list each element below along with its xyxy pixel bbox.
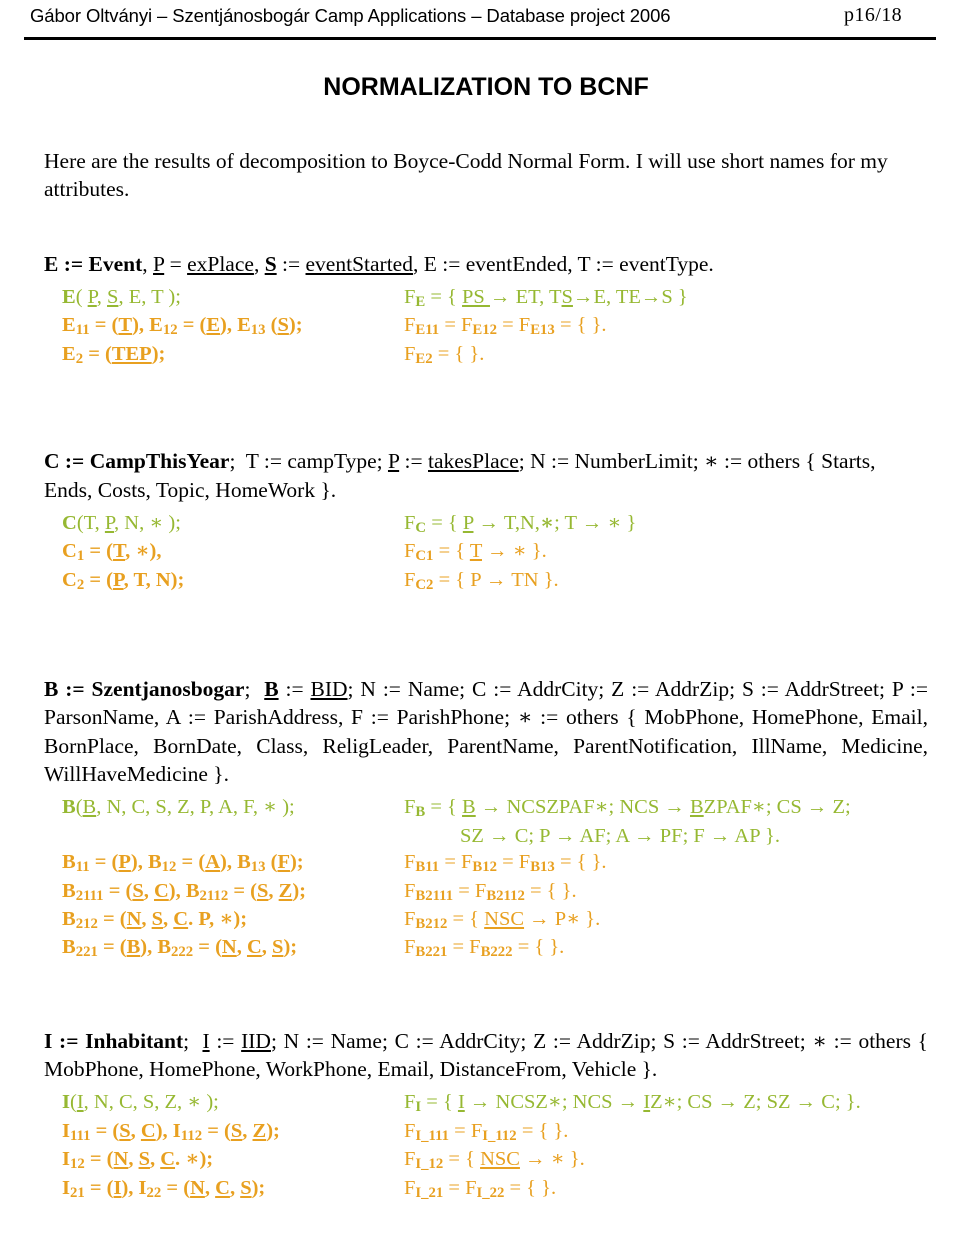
page-running-header: Gábor Oltványi – Szentjánosbogár Camp Ap…: [0, 0, 960, 40]
decomposition-row: I111 = (S, C), I112 = (S, Z); FI_111 = F…: [62, 1118, 928, 1146]
schema-cell: E( P, S, E, T );: [62, 286, 181, 309]
dependency-cell: FI_21 = FI_22 = { }.: [404, 1176, 557, 1201]
document-body: NORMALIZATION TO BCNF Here are the resul…: [0, 73, 960, 1203]
dependency-cell: FC1 = { T → ∗ }.: [404, 540, 547, 565]
definition-line-campthisyear: C := CampThisYear; T := campType; P := t…: [44, 449, 876, 502]
decomposition-row: I(I, N, C, S, Z, ∗ ); FI = { I → NCSZ∗; …: [62, 1089, 928, 1117]
decomposition-rows-event: E( P, S, E, T ); FE = { PS → ET, TS→E, T…: [44, 284, 928, 369]
decomposition-rows-campthisyear: C(T, P, N, ∗ ); FC = { P → T,N,∗; T → ∗ …: [44, 510, 928, 595]
dependency-cell: FC = { P → T,N,∗; T → ∗ }: [404, 511, 637, 537]
schema-cell: I21 = (I), I22 = (N, C, S);: [62, 1176, 266, 1201]
relation-section-szentjanosbogar: B := Szentjanosbogar; B := BID; N := Nam…: [44, 675, 928, 963]
dependency-cell: FB221 = FB222 = { }.: [404, 936, 565, 961]
decomposition-row: I21 = (I), I22 = (N, C, S); FI_21 = FI_2…: [62, 1175, 928, 1203]
schema-cell: I111 = (S, C), I112 = (S, Z);: [62, 1119, 280, 1145]
schema-cell: E2 = (TEP);: [62, 342, 166, 368]
schema-cell: B(B, N, C, S, Z, P, A, F, ∗ );: [62, 796, 295, 819]
definition-line-inhabitant: I := Inhabitant; I := IID; N := Name; C …: [44, 1028, 928, 1082]
dependency-cell: FC2 = { P → TN }.: [404, 568, 559, 593]
schema-cell: B221 = (B), B222 = (N, C, S);: [62, 936, 298, 961]
schema-cell: B212 = (N, S, C. P, ∗);: [62, 908, 248, 933]
header-title-text: Gábor Oltványi – Szentjánosbogár Camp Ap…: [30, 5, 671, 26]
decomposition-row: C(T, P, N, ∗ ); FC = { P → T,N,∗; T → ∗ …: [62, 510, 928, 538]
decomposition-row: C2 = (P, T, N); FC2 = { P → TN }.: [62, 567, 928, 595]
decomposition-row: C1 = (T, ∗), FC1 = { T → ∗ }.: [62, 538, 928, 566]
dependency-cell: FI = { I → NCSZ∗; NCS → IZ∗; CS → Z; SZ …: [404, 1091, 861, 1116]
relation-section-campthisyear: C := CampThisYear; T := campType; P := t…: [44, 447, 928, 595]
schema-cell: I(I, N, C, S, Z, ∗ );: [62, 1091, 219, 1114]
definition-line-szentjanosbogar: B := Szentjanosbogar; B := BID; N := Nam…: [44, 677, 928, 786]
dependency-cell: FE = { PS → ET, TS→E, TE→S }: [404, 286, 688, 311]
dependency-cell: FB2111 = FB2112 = { }.: [404, 879, 577, 904]
decomposition-row: B221 = (B), B222 = (N, C, S); FB221 = FB…: [62, 934, 928, 962]
dependency-cell: FB = { B → NCSZPAF∗; NCS → BZPAF∗; CS → …: [404, 794, 928, 849]
schema-cell: B2111 = (S, C), B2112 = (S, Z);: [62, 879, 306, 904]
dependency-cell: FE2 = { }.: [404, 342, 485, 368]
relation-section-inhabitant: I := Inhabitant; I := IID; N := Name; C …: [44, 1027, 928, 1203]
decomposition-row: E2 = (TEP); FE2 = { }.: [62, 341, 928, 369]
dependency-cell: FB212 = { NSC → P∗ }.: [404, 908, 601, 933]
schema-cell: C1 = (T, ∗),: [62, 540, 162, 565]
decomposition-row: B2111 = (S, C), B2112 = (S, Z); FB2111 =…: [62, 878, 928, 906]
intro-paragraph: Here are the results of decomposition to…: [44, 149, 888, 202]
decomposition-row: B(B, N, C, S, Z, P, A, F, ∗ ); FB = { B …: [62, 794, 928, 849]
dependency-cell: FE11 = FE12 = FE13 = { }.: [404, 314, 607, 339]
definition-line-event: E := Event, P = exPlace, S := eventStart…: [44, 251, 714, 276]
dependency-cell: FI_12 = { NSC → ∗ }.: [404, 1148, 585, 1173]
decomposition-row: B11 = (P), B12 = (A), B13 (F); FB11 = FB…: [62, 849, 928, 877]
schema-cell: C(T, P, N, ∗ );: [62, 511, 181, 534]
schema-cell: I12 = (N, S, C. ∗);: [62, 1148, 214, 1173]
decomposition-row: E11 = (T), E12 = (E), E13 (S); FE11 = FE…: [62, 312, 928, 340]
decomposition-row: I12 = (N, S, C. ∗); FI_12 = { NSC → ∗ }.: [62, 1146, 928, 1174]
schema-cell: E11 = (T), E12 = (E), E13 (S);: [62, 314, 303, 339]
decomposition-row: B212 = (N, S, C. P, ∗); FB212 = { NSC → …: [62, 906, 928, 934]
dependency-cell: FI_111 = FI_112 = { }.: [404, 1119, 569, 1145]
dependency-line: FB = { B → NCSZPAF∗; NCS → BZPAF∗; CS → …: [404, 796, 851, 821]
header-divider-rule: [24, 37, 936, 40]
relation-section-event: E := Event, P = exPlace, S := eventStart…: [44, 250, 928, 370]
schema-cell: B11 = (P), B12 = (A), B13 (F);: [62, 851, 304, 876]
schema-cell: C2 = (P, T, N);: [62, 568, 185, 593]
dependency-line-continued: SZ → C; P → AF; A → PF; F → AP }.: [460, 824, 780, 847]
page-title: NORMALIZATION TO BCNF: [323, 73, 649, 101]
decomposition-row: E( P, S, E, T ); FE = { PS → ET, TS→E, T…: [62, 284, 928, 312]
dependency-cell: FB11 = FB12 = FB13 = { }.: [404, 851, 607, 876]
decomposition-rows-szentjanosbogar: B(B, N, C, S, Z, P, A, F, ∗ ); FB = { B …: [44, 794, 928, 963]
decomposition-rows-inhabitant: I(I, N, C, S, Z, ∗ ); FI = { I → NCSZ∗; …: [44, 1089, 928, 1203]
page-number: p16/18: [844, 4, 902, 26]
